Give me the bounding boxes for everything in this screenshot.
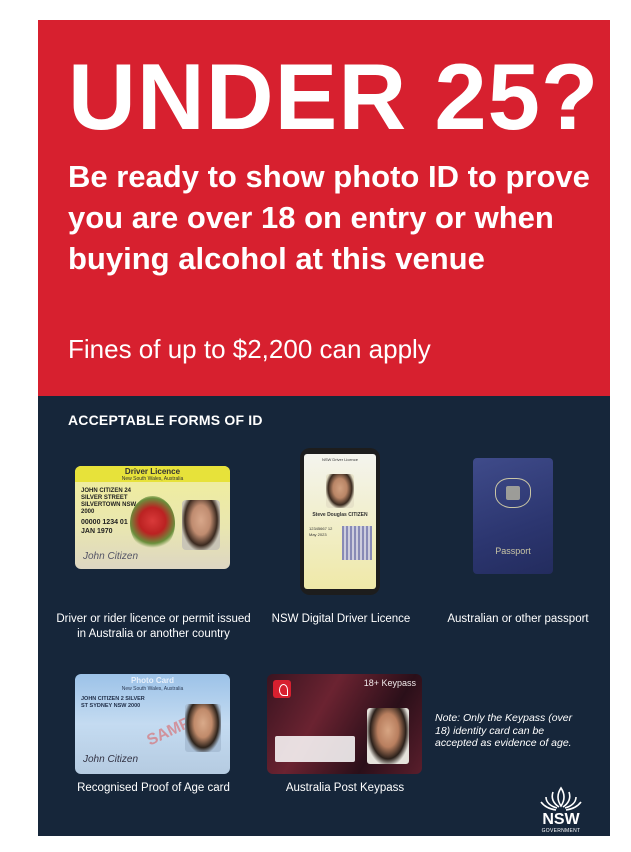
fines-notice: Fines of up to $2,200 can apply xyxy=(68,334,431,364)
photo-card-subtitle: New South Wales, Australia xyxy=(121,686,184,692)
driver-licence-image: Driver Licence New South Wales, Australi… xyxy=(75,466,230,569)
photo-card-image: Photo Card New South Wales, Australia JO… xyxy=(75,674,230,774)
digital-licence-caption: NSW Digital Driver Licence xyxy=(271,613,411,625)
passport-cover-text: Passport xyxy=(495,546,531,556)
waratah-flower-icon xyxy=(130,496,175,551)
phone-screen-title: NSW Driver Licence xyxy=(321,457,358,462)
keypass-label: 18+ Keypass xyxy=(363,678,416,688)
photo-card-signature: John Citizen xyxy=(83,754,139,765)
licence-photo xyxy=(182,500,220,550)
licence-subtitle: New South Wales, Australia xyxy=(121,476,184,482)
keypass-note: Note: Only the Keypass (over 18) identit… xyxy=(435,712,573,749)
passport-caption: Australian or other passport xyxy=(447,613,589,625)
nsw-government-logo: NSW GOVERNMENT xyxy=(533,786,589,834)
australia-post-logo-icon xyxy=(273,680,291,698)
keypass-caption: Australia Post Keypass xyxy=(285,782,405,794)
photo-card-title: Photo Card xyxy=(130,676,175,685)
licence-signature: John Citizen xyxy=(83,551,139,562)
keypass-photo xyxy=(367,708,409,764)
nsw-logo-subtext: GOVERNMENT xyxy=(541,828,581,834)
photo-card-name: JOHN CITIZEN 2 SILVER ST SYDNEY NSW 2000 xyxy=(81,696,145,709)
nsw-logo-text: NSW xyxy=(542,811,580,828)
digital-licence-phone-image: NSW Driver Licence Steve Douglas CITIZEN… xyxy=(300,448,380,595)
photo-card-caption: Recognised Proof of Age card xyxy=(77,782,230,794)
section-title: ACCEPTABLE FORMS OF ID xyxy=(68,412,263,428)
licence-number: 00000 1234 01 JAN 1970 xyxy=(81,519,128,535)
headline-panel: UNDER 25? Be ready to show photo ID to p… xyxy=(38,20,610,396)
phone-details: 12345667 12 May 2023 xyxy=(309,526,333,537)
headline: UNDER 25? xyxy=(68,44,600,149)
waratah-logo-icon xyxy=(540,786,582,811)
subheadline: Be ready to show photo ID to prove you a… xyxy=(68,159,590,276)
poster: UNDER 25? Be ready to show photo ID to p… xyxy=(38,20,610,836)
coat-of-arms-shield-icon xyxy=(506,486,520,500)
id-panel: ACCEPTABLE FORMS OF ID Driver Licence Ne… xyxy=(38,396,610,836)
phone-screen: NSW Driver Licence Steve Douglas CITIZEN… xyxy=(304,454,376,589)
keypass-details-panel xyxy=(275,736,355,762)
driver-licence-caption: Driver or rider licence or permit issued… xyxy=(56,613,251,640)
passport-image: Passport xyxy=(473,458,553,574)
photo-card-photo xyxy=(185,704,221,752)
phone-holder-name: Steve Douglas CITIZEN xyxy=(312,512,368,518)
keypass-image: 18+ Keypass xyxy=(267,674,422,774)
phone-photo xyxy=(326,474,354,508)
qr-code-icon xyxy=(342,526,372,560)
